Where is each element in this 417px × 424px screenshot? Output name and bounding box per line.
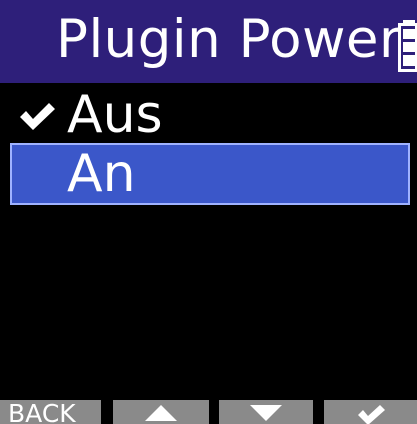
triangle-down-icon xyxy=(250,405,282,421)
triangle-up-icon xyxy=(145,405,177,421)
checkmark-icon xyxy=(18,101,56,131)
back-button[interactable]: BACK xyxy=(0,400,101,424)
menu-item-label: Aus xyxy=(67,85,163,145)
menu-item-aus[interactable]: Aus xyxy=(10,84,410,146)
device-screen: Plugin Power Aus An BACK xyxy=(0,0,417,424)
checkmark-icon xyxy=(357,405,385,424)
softkey-bar: BACK xyxy=(0,400,417,424)
menu-item-an[interactable]: An xyxy=(10,143,410,205)
page-title: Plugin Power xyxy=(56,9,402,70)
title-bar: Plugin Power xyxy=(0,0,417,83)
enter-button[interactable] xyxy=(324,400,417,424)
battery-icon xyxy=(398,20,417,72)
up-button[interactable] xyxy=(113,400,209,424)
back-button-label: BACK xyxy=(8,400,76,424)
menu-item-label: An xyxy=(67,144,136,204)
down-button[interactable] xyxy=(219,400,313,424)
